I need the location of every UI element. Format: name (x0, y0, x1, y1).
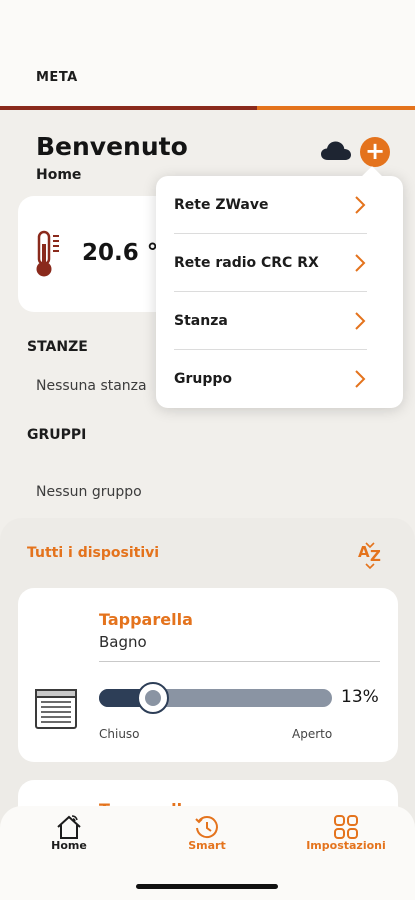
rooms-empty-text: Nessuna stanza (36, 378, 147, 394)
menu-item-label: Rete radio CRC RX (174, 255, 319, 271)
groups-title: GRUPPI (27, 427, 87, 443)
menu-item-label: Stanza (174, 313, 228, 329)
add-button[interactable]: + (360, 137, 390, 167)
home-icon (57, 815, 81, 839)
slider-min-label: Chiuso (99, 727, 140, 741)
chevron-right-icon (355, 196, 366, 214)
devices-title: Tutti i dispositivi (27, 545, 160, 561)
smart-clock-icon (195, 816, 218, 839)
menu-item-radio-crc[interactable]: Rete radio CRC RX (174, 234, 367, 292)
menu-item-group[interactable]: Gruppo (174, 350, 367, 408)
rooms-title: STANZE (27, 339, 88, 355)
slider-max-label: Aperto (292, 727, 333, 741)
chevron-right-icon (355, 254, 366, 272)
welcome-title: Benvenuto (36, 132, 188, 161)
device-divider (99, 661, 380, 662)
tab-home[interactable]: Home (19, 806, 119, 866)
tab-label: Smart (188, 839, 226, 852)
menu-item-label: Gruppo (174, 371, 233, 387)
device-card[interactable]: Tapparella Bagno 13% Chiuso Aperto (18, 588, 398, 762)
chevron-right-icon (355, 312, 366, 330)
tab-label: Home (51, 839, 87, 852)
slider-thumb[interactable] (137, 682, 169, 714)
chevron-right-icon (355, 370, 366, 388)
home-indicator (136, 884, 278, 889)
device-room: Bagno (99, 633, 147, 651)
tab-label: Impostazioni (306, 839, 386, 852)
sort-az-icon[interactable]: A Z (356, 540, 386, 570)
menu-item-zwave[interactable]: Rete ZWave (174, 176, 367, 234)
thermometer-icon (36, 230, 59, 277)
groups-empty-text: Nessun gruppo (36, 484, 142, 500)
device-name: Tapparella (99, 610, 193, 629)
shutter-icon (35, 689, 77, 729)
tab-settings[interactable]: Impostazioni (296, 806, 396, 866)
menu-item-label: Rete ZWave (174, 197, 269, 213)
top-bar: META (0, 0, 415, 108)
settings-grid-icon (334, 815, 358, 839)
cloud-icon[interactable] (320, 139, 352, 163)
home-name: Home (36, 167, 82, 183)
add-menu-popup: Rete ZWave Rete radio CRC RX Stanza Grup… (156, 176, 403, 408)
shutter-percent: 13% (341, 687, 379, 707)
app-title: META (36, 70, 78, 85)
header-progress-fill (0, 106, 258, 110)
menu-item-room[interactable]: Stanza (174, 292, 367, 350)
tab-smart[interactable]: Smart (157, 806, 257, 866)
shutter-position-slider[interactable] (99, 682, 332, 714)
header-progress-bar (0, 106, 415, 110)
svg-text:Z: Z (370, 547, 381, 565)
